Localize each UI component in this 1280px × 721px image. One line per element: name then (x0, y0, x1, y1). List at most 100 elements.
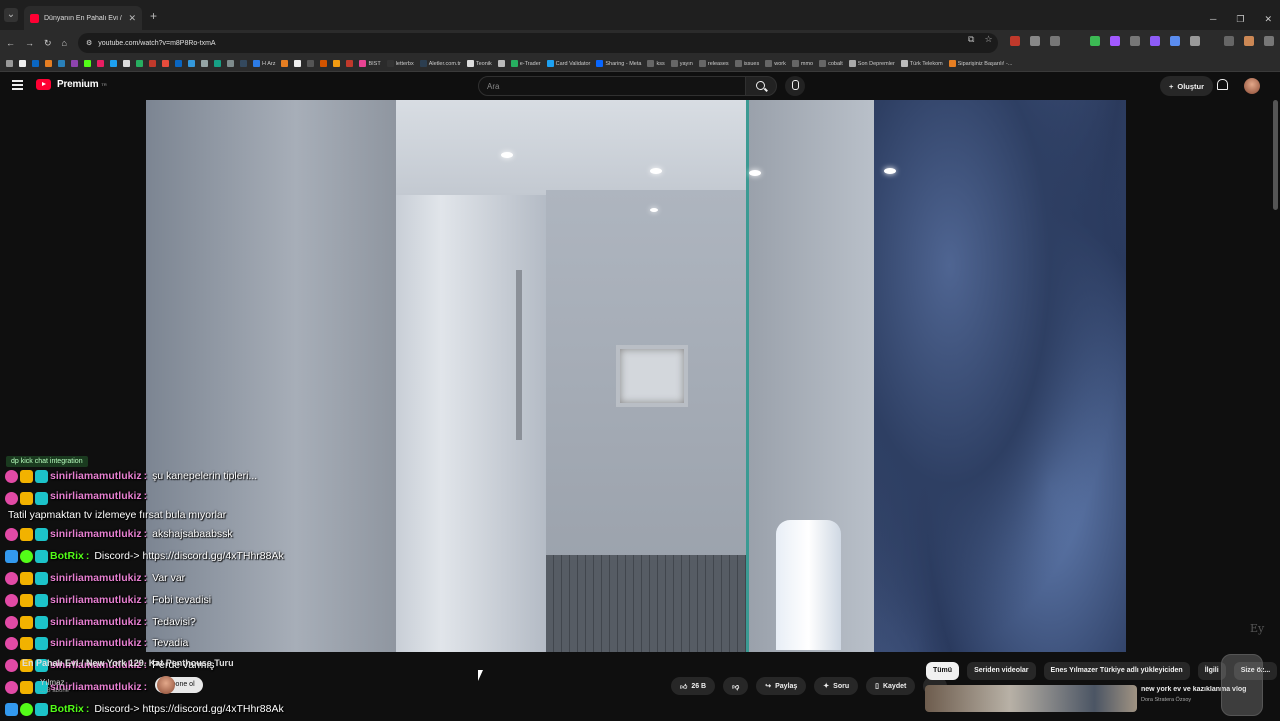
search-input[interactable]: Ara (478, 76, 746, 96)
folder-item[interactable]: kss (647, 60, 665, 67)
folder-item[interactable]: cobalt (819, 60, 843, 67)
bookmark-icon[interactable] (71, 60, 78, 67)
bookmarks-bar: H Arz BIST letterbx Aletler.com.tr Teoni… (0, 56, 1280, 72)
bookmark-icon[interactable] (188, 60, 195, 67)
chips-scroll-button[interactable] (1221, 654, 1263, 716)
menu-dots-icon[interactable] (1264, 36, 1274, 46)
puzzle-icon[interactable] (1190, 36, 1200, 46)
like-count: 26 B (691, 682, 707, 690)
extension-icon[interactable] (1170, 36, 1180, 46)
bookmark-icon[interactable] (162, 60, 169, 67)
bookmark-item[interactable]: Sharing - Meta (596, 60, 641, 67)
extension-icon[interactable] (1090, 36, 1100, 46)
back-icon[interactable]: ← (6, 38, 15, 48)
github-icon[interactable] (19, 60, 26, 67)
new-tab-button[interactable]: + (150, 9, 157, 23)
extension-icon[interactable] (1050, 36, 1060, 46)
install-icon[interactable]: ⧉ (968, 34, 974, 45)
bookmark-icon[interactable] (227, 60, 234, 67)
bookmark-icon[interactable] (497, 60, 505, 67)
browser-tab-active[interactable]: Dünyanın En Pahalı Evi / New Y ✕ (24, 6, 142, 30)
kick-icon[interactable] (84, 60, 91, 67)
site-info-icon[interactable]: ⚙ (86, 39, 92, 47)
bookmark-icon[interactable] (214, 60, 221, 67)
bookmark-star-icon[interactable]: ☆ (984, 34, 992, 45)
bookmark-icon[interactable] (240, 60, 247, 67)
extension-icon[interactable] (1130, 36, 1140, 46)
extension-icon[interactable] (1010, 36, 1020, 46)
bookmark-icon[interactable] (45, 60, 52, 67)
bookmark-icon[interactable] (346, 60, 354, 67)
profile-icon[interactable] (1244, 36, 1254, 46)
save-button[interactable]: ▯ Kaydet (866, 677, 916, 695)
channel-watermark[interactable]: Ey (1250, 622, 1264, 635)
bookmark-icon[interactable] (294, 60, 302, 67)
restore-icon[interactable]: ❐ (1236, 14, 1244, 25)
sidebar-icon[interactable] (1224, 36, 1234, 46)
sparkle-icon: ✦ (823, 683, 830, 690)
bookmark-icon[interactable] (333, 60, 341, 67)
bookmark-icon[interactable] (97, 60, 104, 67)
minimize-icon[interactable]: ─ (1210, 14, 1216, 25)
chip-all[interactable]: Tümü (926, 662, 960, 680)
bookmark-icon[interactable] (149, 60, 156, 67)
search-icon[interactable] (745, 76, 777, 96)
share-button[interactable]: ↪ Paylaş (756, 677, 807, 695)
bookmark-item[interactable]: Son Depremler (848, 60, 895, 67)
bookmark-item[interactable]: Siparişiniz Başarılı! -... (948, 60, 1012, 67)
close-window-icon[interactable]: ✕ (1264, 14, 1272, 25)
folder-item[interactable]: work (765, 60, 786, 67)
og-badge-icon (35, 571, 48, 585)
user-avatar[interactable] (1244, 78, 1260, 94)
tab-close-icon[interactable]: ✕ (128, 13, 136, 24)
bookmark-icon[interactable] (58, 60, 65, 67)
ask-button[interactable]: ✦ Soru (814, 677, 859, 695)
bookmark-item[interactable]: H Arz (253, 60, 275, 67)
apps-icon[interactable] (6, 60, 13, 67)
bookmark-item[interactable]: Teonik (466, 60, 492, 67)
bookmark-icon[interactable] (307, 60, 315, 67)
x-icon[interactable] (123, 60, 130, 67)
extension-icon[interactable] (1030, 36, 1040, 46)
menu-icon[interactable] (12, 80, 23, 90)
bookmark-item[interactable]: BIST (359, 60, 381, 67)
bookmark-icon[interactable] (110, 60, 117, 67)
bookmark-icon[interactable] (281, 60, 289, 67)
bookmark-item[interactable]: e-Trader (510, 60, 541, 67)
bookmark-icon[interactable] (201, 60, 208, 67)
bookmark-icon[interactable] (136, 60, 143, 67)
folder-item[interactable]: mmo (791, 60, 813, 67)
notifications-bell-icon[interactable] (1216, 78, 1228, 91)
youtube-premium-logo[interactable]: Premium TR (36, 79, 107, 90)
bookmark-item[interactable]: Aletler.com.tr (419, 60, 461, 67)
chip-series[interactable]: Seriden videolar (967, 662, 1036, 680)
microphone-icon[interactable] (785, 76, 805, 96)
bookmark-item[interactable]: Türk Telekom (900, 60, 943, 67)
home-icon[interactable]: ⌂ (62, 38, 67, 48)
vip-crown-icon (20, 681, 33, 695)
bookmark-icon[interactable] (320, 60, 328, 67)
bookmark-item[interactable]: Card Validator (546, 60, 590, 67)
folder-item[interactable]: yayın (670, 60, 693, 67)
url-field[interactable]: ⚙ youtube.com/watch?v=m8P8Ro-txmA (78, 33, 998, 53)
like-button[interactable]: 👍︎ 26 B (671, 677, 716, 695)
channel-name[interactable]: Yılmaz (40, 678, 64, 687)
bookmark-icon[interactable] (175, 60, 182, 67)
tab-search-button[interactable]: ⌄ (4, 8, 18, 22)
chip-uploader[interactable]: Enes Yılmazer Türkiye adlı yükleyiciden (1043, 662, 1190, 680)
page-scrollbar[interactable] (1273, 100, 1278, 210)
forward-icon[interactable]: → (25, 38, 34, 48)
recommended-video-thumbnail[interactable] (925, 685, 1137, 712)
channel-avatar[interactable] (157, 676, 175, 694)
create-button[interactable]: + Oluştur (1160, 76, 1214, 96)
reload-icon[interactable]: ↻ (44, 38, 52, 49)
chat-colon: : (85, 703, 90, 716)
linkedin-icon[interactable] (32, 60, 39, 67)
folder-item[interactable]: releases (698, 60, 729, 67)
dislike-button[interactable]: 👎︎ (723, 677, 749, 695)
bookmark-item[interactable]: letterbx (386, 60, 414, 67)
folder-item[interactable]: issues (734, 60, 759, 67)
extension-icon[interactable] (1110, 36, 1120, 46)
og-badge-icon (35, 527, 48, 541)
extension-icon[interactable] (1150, 36, 1160, 46)
